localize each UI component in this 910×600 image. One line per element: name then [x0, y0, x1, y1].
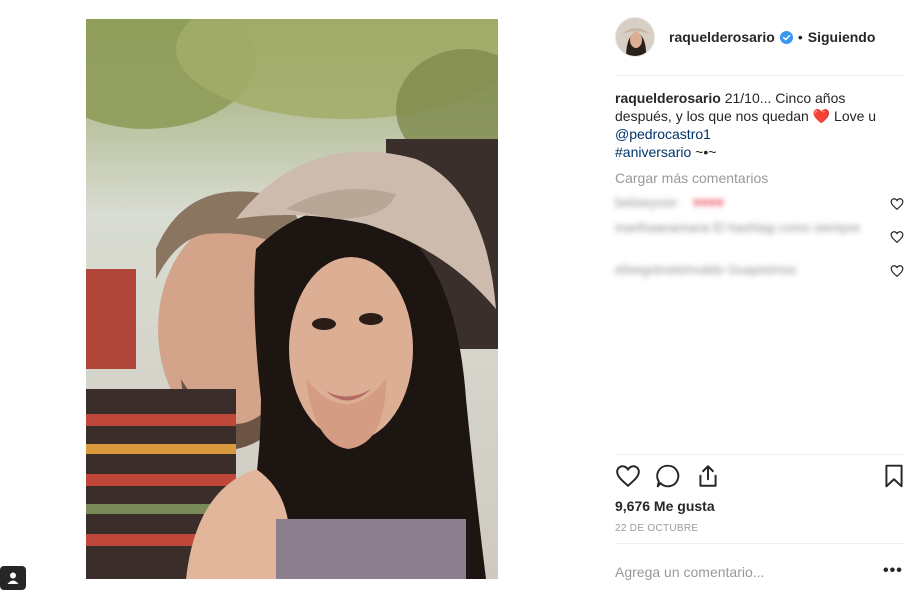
caption-tail: ~•~	[691, 144, 717, 160]
post-actions-bar	[615, 463, 905, 491]
avatar-image	[616, 18, 654, 56]
comment-like-heart-icon[interactable]	[890, 197, 904, 211]
following-button[interactable]: Siguiendo	[808, 29, 876, 45]
comment-hearts: ♥♥♥♥	[693, 195, 724, 210]
user-tag-icon[interactable]	[0, 566, 26, 590]
comment-text: elisegoinsleinvaldo Guapisimos	[615, 262, 797, 277]
header-divider	[615, 75, 905, 76]
comment-text: marthaanamaria El hashtag como siempre	[615, 220, 860, 235]
avatar[interactable]	[615, 17, 655, 57]
comment-item: elisegoinsleinvaldo Guapisimos	[615, 262, 905, 280]
more-options-button[interactable]: •••	[883, 562, 903, 580]
comment-icon[interactable]	[655, 463, 681, 489]
heart-icon[interactable]	[615, 463, 641, 489]
caption-heart: ❤️	[812, 108, 831, 124]
caption-username[interactable]: raquelderosario	[615, 90, 721, 106]
post-photo[interactable]	[86, 19, 498, 579]
post-caption: raquelderosario 21/10... Cinco años desp…	[615, 89, 885, 161]
verified-badge-icon	[779, 30, 793, 44]
share-icon[interactable]	[695, 463, 721, 489]
post-side-panel: raquelderosario • Siguiendo raquelderosa…	[615, 0, 910, 600]
caption-hashtag-link[interactable]: #aniversario	[615, 144, 691, 160]
comment-item: marthaanamaria El hashtag como siempre	[615, 220, 905, 244]
add-comment-input[interactable]	[615, 562, 865, 582]
header-username[interactable]: raquelderosario	[669, 29, 775, 45]
post-header: raquelderosario • Siguiendo	[615, 16, 875, 58]
caption-mention-link[interactable]: @pedrocastro1	[615, 126, 711, 142]
comment-like-heart-icon[interactable]	[890, 230, 904, 244]
load-more-comments-button[interactable]: Cargar más comentarios	[615, 170, 768, 186]
couple-selfie-image	[86, 19, 498, 579]
header-separator: •	[797, 29, 803, 45]
comment-like-heart-icon[interactable]	[890, 264, 904, 278]
actions-divider	[615, 454, 905, 455]
comment-divider	[615, 543, 905, 544]
post-date[interactable]: 22 DE OCTUBRE	[615, 523, 698, 534]
person-icon	[7, 572, 19, 584]
comment-text: betiseyvon	[615, 195, 678, 210]
bookmark-icon[interactable]	[881, 463, 907, 489]
comment-item: betiseyvon ♥♥♥♥	[615, 195, 905, 213]
caption-text-2: Love u	[830, 108, 877, 124]
likes-count[interactable]: 9,676 Me gusta	[615, 498, 715, 514]
